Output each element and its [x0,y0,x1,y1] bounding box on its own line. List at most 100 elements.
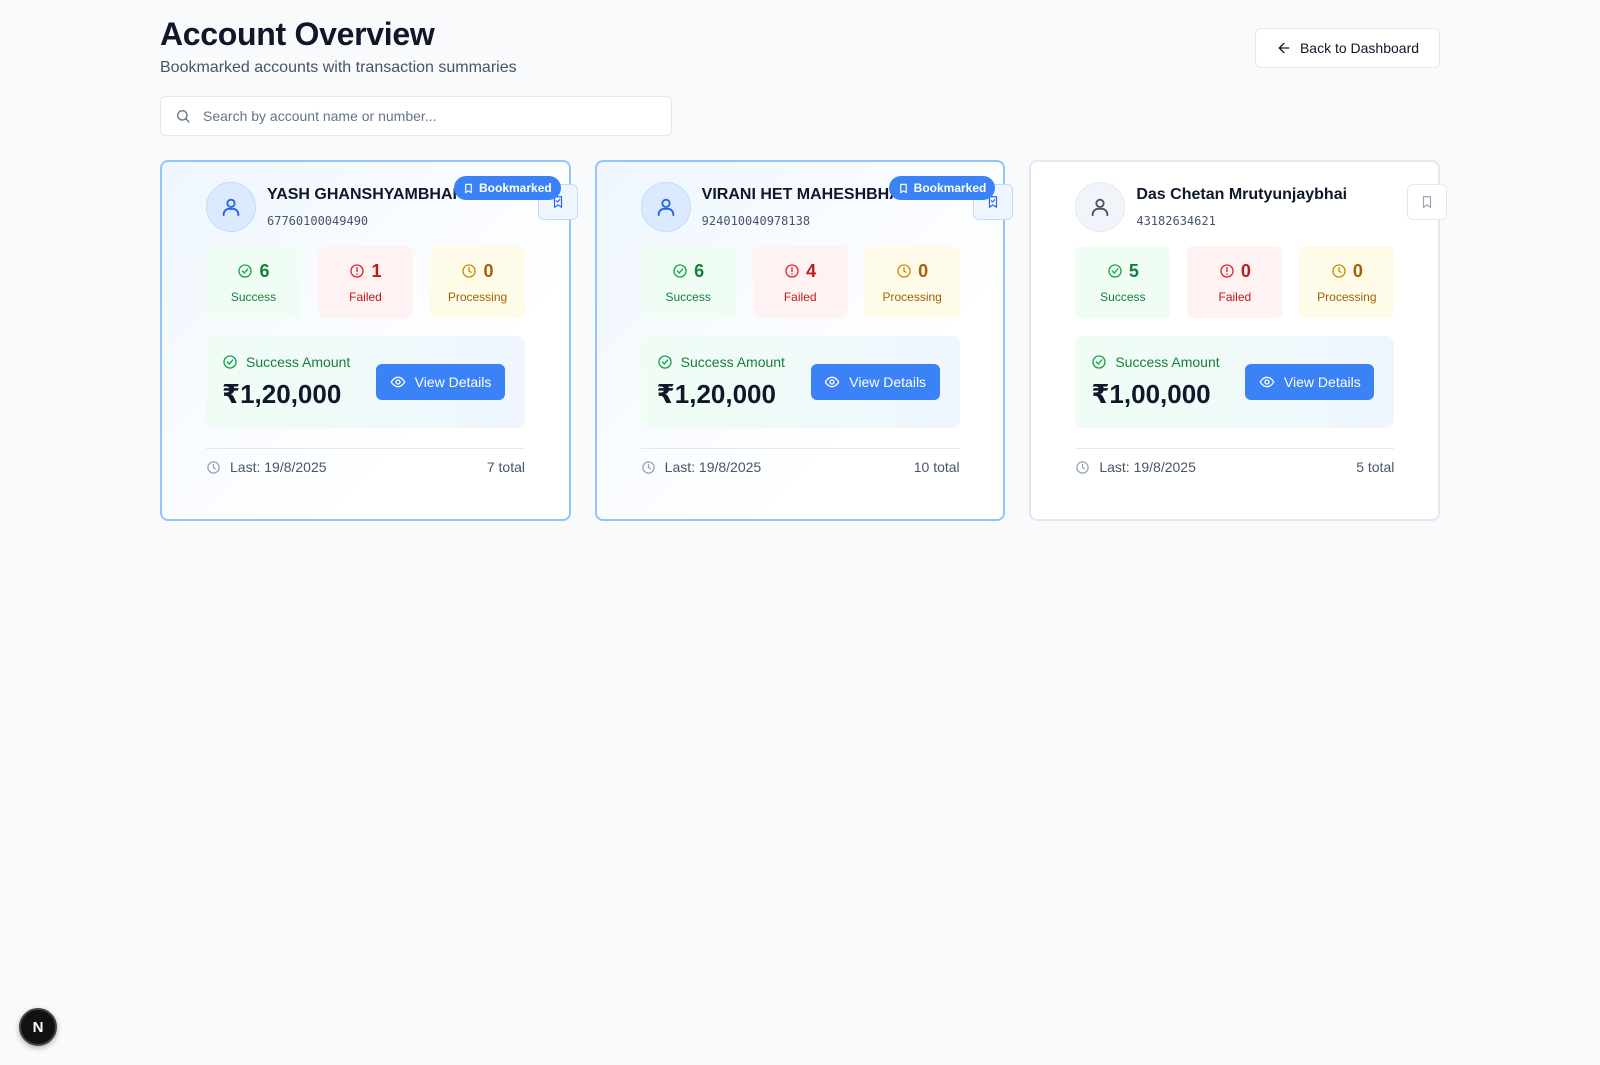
success-amount-value: ₹1,20,000 [656,379,776,409]
avatar [1075,182,1126,232]
search-icon [177,110,190,123]
user-icon [657,198,674,217]
account-number: 67760100049490 [267,214,369,228]
processing-label: Processing [882,289,942,304]
account-number: 924010040978138 [701,214,811,228]
success-amount-heading: Success Amount [222,354,350,370]
success-amount-heading: Success Amount [1091,354,1220,370]
failed-label: Failed [1218,289,1252,304]
last-transaction: Last: 19/8/2025 [641,459,762,475]
last-date: Last: 19/8/2025 [1099,459,1196,475]
success-stat: 6 Success [640,246,736,318]
last-date: Last: 19/8/2025 [664,459,762,475]
clock-icon [207,460,220,474]
success-amount-box: Success Amount ₹1,20,000 View Details [206,336,525,428]
success-count: 6 [694,260,705,281]
page: Account Overview Bookmarked accounts wit… [160,0,1448,521]
bookmark-icon [465,183,472,193]
success-amount-label: Success Amount [246,354,351,370]
success-count: 5 [1128,260,1139,281]
back-to-dashboard-label: Back to Dashboard [1299,40,1420,56]
check-circle-icon [658,355,672,369]
bookmarked-badge: Bookmarked [454,176,561,200]
bookmark-icon [899,183,907,193]
check-circle-icon [238,264,253,278]
clock-icon [897,264,911,278]
failed-count: 4 [806,260,817,281]
processing-label: Processing [447,289,508,304]
view-details-label: View Details [1283,374,1361,390]
account-card: YASH GHANSHYAMBHAI KORDIYA 6776010004949… [160,160,578,521]
processing-label: Processing [1317,289,1377,304]
success-amount-label: Success Amount [680,354,785,370]
check-circle-icon [1108,264,1122,278]
avatar [640,182,691,232]
page-subtitle: Bookmarked accounts with transaction sum… [160,59,517,76]
dev-tools-button[interactable]: N [19,1008,57,1046]
transaction-stats: 5 Success 0 Failed 0 Processing [1075,246,1395,318]
success-amount-label: Success Amount [1115,354,1220,370]
success-stat: 5 Success [1075,246,1171,318]
back-to-dashboard-button[interactable]: Back to Dashboard [1255,28,1440,68]
total-count: 5 total [1356,459,1395,475]
alert-circle-icon [350,264,365,278]
page-header: Account Overview Bookmarked accounts wit… [160,0,1440,94]
success-label: Success [665,289,711,304]
failed-label: Failed [783,289,817,304]
success-stat: 6 Success [206,246,301,318]
total-count: 10 total [913,459,960,475]
check-circle-icon [1092,355,1107,369]
transaction-stats: 6 Success 4 Failed 0 Processing [640,246,960,318]
view-details-label: View Details [849,374,927,390]
failed-label: Failed [349,289,382,304]
processing-count: 0 [1352,260,1363,281]
clock-icon [1332,264,1346,278]
failed-stat: 1 Failed [318,246,413,318]
success-amount-heading: Success Amount [657,354,785,370]
eye-icon [824,376,840,388]
account-card: Das Chetan Mrutyunjaybhai 43182634621 5 … [1029,160,1448,521]
success-label: Success [230,289,277,304]
transaction-stats: 6 Success 1 Failed 0 Processing [206,246,525,318]
success-amount-box: Success Amount ₹1,20,000 View Details [640,336,960,428]
success-amount-box: Success Amount ₹1,00,000 View Details [1075,336,1395,428]
search-box [160,96,672,136]
view-details-button[interactable]: View Details [1245,364,1375,400]
failed-count: 0 [1240,260,1251,281]
card-footer: Last: 19/8/2025 5 total [1075,448,1395,475]
view-details-button[interactable]: View Details [376,364,505,400]
last-transaction: Last: 19/8/2025 [206,459,327,475]
processing-stat: 0 Processing [864,246,960,318]
alert-circle-icon [1220,264,1234,278]
processing-stat: 0 Processing [1299,246,1395,318]
bookmark-icon [1423,196,1432,208]
bookmarked-badge: Bookmarked [888,176,996,200]
account-number: 43182634621 [1136,214,1216,228]
check-circle-icon [673,264,687,278]
account-name: Das Chetan Mrutyunjaybhai [1136,186,1348,203]
success-amount-value: ₹1,20,000 [222,379,342,409]
last-transaction: Last: 19/8/2025 [1075,459,1196,475]
clock-icon [1076,460,1090,474]
eye-icon [390,376,406,388]
bookmarked-badge-label: Bookmarked [479,181,552,195]
success-amount-value: ₹1,00,000 [1091,379,1211,409]
success-count: 6 [259,260,270,281]
search-input[interactable] [203,108,663,124]
eye-icon [1259,376,1275,388]
failed-stat: 0 Failed [1187,246,1283,318]
check-circle-icon [223,355,237,369]
card-footer: Last: 19/8/2025 10 total [640,448,960,475]
bookmark-toggle-button[interactable] [1407,184,1448,220]
card-footer: Last: 19/8/2025 7 total [206,448,525,475]
user-icon [222,198,240,217]
alert-circle-icon [785,264,799,278]
account-card: VIRANI HET MAHESHBHAI 924010040978138 Bo… [594,160,1013,521]
view-details-button[interactable]: View Details [810,364,940,400]
clock-icon [462,264,477,278]
processing-stat: 0 Processing [430,246,525,318]
arrow-left-icon [1278,42,1290,54]
total-count: 7 total [486,459,525,475]
last-date: Last: 19/8/2025 [230,459,327,475]
user-icon [1092,198,1109,217]
